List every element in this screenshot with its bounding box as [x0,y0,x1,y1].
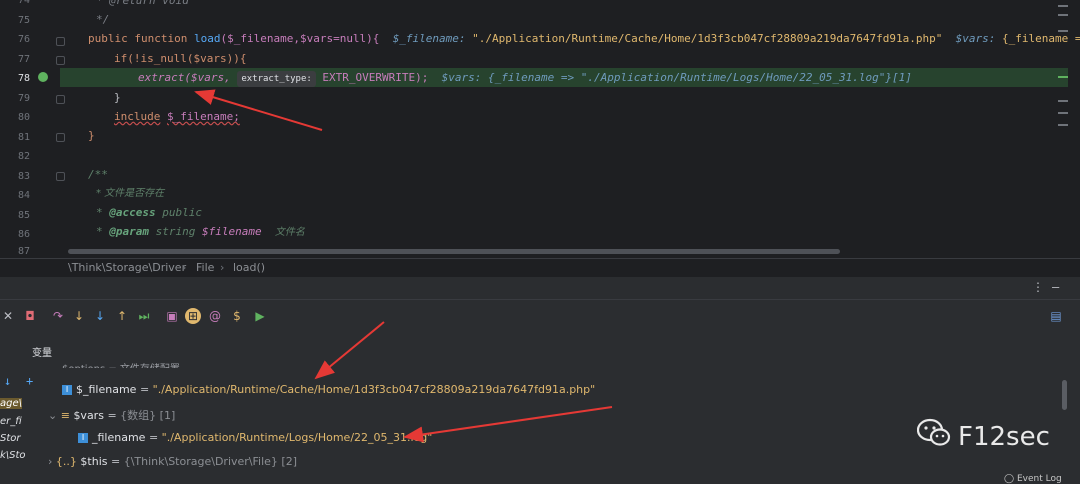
add-icon[interactable]: + [26,374,33,388]
variables-panel: 变量 $options = 文件存储配置 I$_filename = "./Ap… [0,334,1080,484]
stop-icon[interactable]: ◘ [22,308,38,324]
frame-item[interactable]: k\Sto [0,450,26,461]
frame-item[interactable]: age\ [0,398,22,409]
fold-icon[interactable] [56,172,65,181]
force-step-into-icon[interactable]: ↓ [92,308,108,324]
code-line-80: include $_filename; [114,110,240,123]
frame-item[interactable]: Stor [0,433,21,444]
line-number: 86 [17,229,30,240]
close-icon[interactable]: ✕ [0,308,16,324]
code-line-77: if(!is_null($vars)){ [114,52,247,65]
breakpoint-icon[interactable] [38,72,48,82]
variable-row-filename[interactable]: I $_filename = "./Application/Runtime/Cac… [62,383,595,396]
minimize-icon[interactable]: — [1052,280,1059,294]
layout-icon[interactable]: ▤ [1048,308,1064,324]
line-number: 82 [17,151,30,162]
fold-icon[interactable] [56,37,65,46]
code-line-78: extract($vars, extract_type: EXTR_OVERWR… [138,71,912,87]
array-icon: ≡ [60,409,70,422]
variable-row-vars[interactable]: ⌄ ≡ $vars = {数组} [1] [48,407,175,423]
resume-icon[interactable]: ▶ [252,308,268,324]
line-number: 83 [17,171,30,182]
debug-panel-header: ⋮ — [0,277,1080,300]
step-into-icon[interactable]: ↓ [71,308,87,324]
code-line-81: } [88,129,95,142]
variables-title: 变量 [32,348,52,359]
line-number: 77 [17,54,30,65]
variable-row-sub-filename[interactable]: I _filename = "./Application/Runtime/Logs… [78,431,432,444]
code-line-76: public function load($_filename,$vars=nu… [88,32,1080,45]
code-line-83: /** [88,168,108,181]
variable-row-this[interactable]: › {..} $this = {\Think\Storage\Driver\Fi… [48,455,297,468]
vertical-scrollbar[interactable] [1062,380,1067,410]
code-line-84: * 文件是否存在 [96,188,165,199]
line-number: 80 [17,112,30,123]
console-icon[interactable]: ▣ [164,308,180,324]
line-number: 75 [17,15,30,26]
evaluate-icon[interactable]: ⊞ [185,308,201,324]
breadcrumb-method[interactable]: load() [233,261,265,274]
line-number: 87 [17,246,30,257]
string-type-icon: I [62,385,72,395]
step-out-icon[interactable]: ↑ [114,308,130,324]
line-number: 84 [17,190,30,201]
fold-icon[interactable] [56,56,65,65]
code-line-74: * @return void [96,0,189,7]
breadcrumb-namespace[interactable]: \Think\Storage\Driver [68,261,186,274]
horizontal-scrollbar[interactable] [68,249,840,254]
fold-icon[interactable] [56,95,65,104]
more-options-icon[interactable]: ⋮ [1032,280,1044,294]
variable-row-options[interactable]: $options = 文件存储配置 [62,360,180,368]
line-number: 85 [17,210,30,221]
wechat-icon [917,418,951,446]
line-number: 79 [17,93,30,104]
line-number: 74 [17,0,30,6]
chevron-right-icon[interactable]: › [48,455,52,468]
code-line-75: */ [96,13,110,26]
event-log-button[interactable]: ◯ Event Log [1004,474,1062,484]
watermark: F12sec [958,422,1050,452]
breadcrumb: \Think\Storage\Driver › File › load() [0,258,1080,277]
arrow-down-icon[interactable]: ↓ [4,374,11,388]
string-type-icon: I [78,433,88,443]
line-number: 76 [17,34,30,45]
chevron-down-icon[interactable]: ⌄ [48,409,57,422]
object-icon: {..} [55,455,77,468]
debug-toolbar: ✕ ◘ ↷ ↓ ↓ ↑ ⏭ ▣ ⊞ @ $ ▶ ▤ [0,300,1080,334]
code-editor[interactable]: 74 * @return void 75 */ 76 public functi… [0,0,1080,258]
watch-icon[interactable]: @ [207,308,223,324]
step-over-icon[interactable]: ↷ [50,308,66,324]
event-log-icon: ◯ [1004,474,1015,484]
fold-icon[interactable] [56,133,65,142]
parameter-hint: extract_type: [237,71,316,87]
code-line-85: * @access public [96,206,202,219]
line-number: 81 [17,132,30,143]
run-to-cursor-icon[interactable]: ⏭ [136,308,152,324]
breadcrumb-class[interactable]: File [196,261,214,274]
dollar-icon[interactable]: $ [229,308,245,324]
frame-item[interactable]: er_fi [0,416,22,427]
line-number: 78 [17,73,30,84]
code-line-86: * @param string $filename 文件名 [96,225,305,238]
frames-sidebar: ↓ + age\ er_fi Stor k\Sto [0,334,33,484]
code-line-79: } [114,91,121,104]
